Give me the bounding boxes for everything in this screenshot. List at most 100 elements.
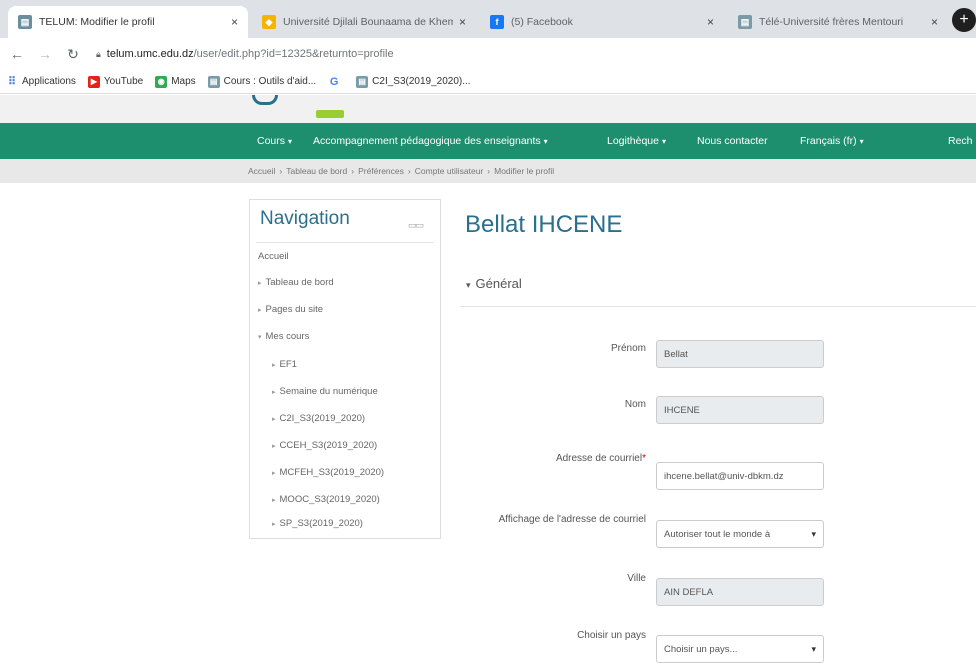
caret-down-icon: ▾	[661, 137, 666, 146]
nav-label: EF1	[279, 359, 297, 370]
nav-item-course[interactable]: ▸ Semaine du numérique	[272, 386, 378, 397]
breadcrumb-separator: ›	[487, 166, 491, 176]
nav-label: Pages du site	[265, 304, 324, 315]
bookmark-label: Applications	[22, 76, 76, 87]
close-tab-icon[interactable]: ×	[459, 15, 466, 29]
divider	[460, 306, 976, 307]
email-field[interactable]	[656, 462, 824, 490]
navigation-block: Navigation ▭▭ Accueil ▸ Tableau de bord ▸…	[249, 199, 441, 539]
email-display-select[interactable]: Autoriser tout le monde à ▾	[656, 520, 824, 548]
nav-label: Mes cours	[265, 331, 310, 342]
nav-label: CCEH_S3(2019_2020)	[279, 440, 378, 451]
bullet-icon: ▸	[272, 443, 276, 450]
address-bar[interactable]: 🔒︎ telum.umc.edu.dz/user/edit.php?id=123…	[96, 48, 394, 60]
course-site-icon: ▤	[356, 75, 369, 88]
bullet-icon: ▸	[272, 470, 276, 477]
menu-nous-contacter[interactable]: Nous contacter	[697, 123, 768, 159]
nav-label: MCFEH_S3(2019_2020)	[279, 467, 385, 478]
bookmark-maps[interactable]: ◉ Maps	[155, 75, 196, 88]
menu-search[interactable]: Rech	[948, 123, 973, 159]
tab-university[interactable]: ◆ Université Djilali Bounaama de Khemis …	[252, 6, 476, 38]
menu-label: Rech	[948, 135, 973, 147]
back-icon[interactable]: ←	[6, 46, 28, 62]
bookmark-youtube[interactable]: ▶ YouTube	[87, 75, 144, 88]
nav-item-course[interactable]: ▸ MOOC_S3(2019_2020)	[272, 494, 380, 505]
breadcrumb-item[interactable]: Tableau de bord	[286, 166, 347, 176]
bullet-icon: ▸	[272, 416, 276, 423]
bookmarks-bar: ⠿ Applications ▶ YouTube ◉ Maps ▤ Cours …	[0, 70, 976, 94]
tab-tele-universite[interactable]: ▤ Télé-Université frères Mentouri ×	[728, 6, 948, 38]
nom-label: Nom	[624, 399, 646, 410]
breadcrumb-item[interactable]: Modifier le profil	[494, 166, 554, 176]
nav-item-mes-cours[interactable]: ▾ Mes cours	[258, 331, 309, 342]
nav-item-course[interactable]: ▸ C2I_S3(2019_2020)	[272, 413, 365, 424]
select-value: Autoriser tout le monde à	[664, 528, 771, 540]
nav-label: Accueil	[258, 251, 289, 262]
breadcrumb-separator: ›	[407, 166, 411, 176]
nom-field[interactable]	[656, 396, 824, 424]
required-icon: *	[642, 453, 646, 464]
bookmark-c2i[interactable]: ▤ C2I_S3(2019_2020)...	[356, 75, 471, 88]
facebook-favicon-icon: f	[490, 15, 504, 29]
menu-logitheque[interactable]: Logithèque ▾	[607, 123, 666, 159]
university-favicon-icon: ◆	[262, 15, 276, 29]
bullet-icon: ▸	[272, 521, 276, 528]
dock-block-icon[interactable]: ▭▭	[408, 220, 424, 231]
caret-down-icon: ▾	[859, 137, 864, 146]
email-label: Adresse de courriel*	[556, 453, 646, 464]
breadcrumb-item[interactable]: Accueil	[248, 166, 275, 176]
bookmark-label: Cours : Outils d'aid...	[223, 76, 317, 87]
tab-title: (5) Facebook	[511, 16, 573, 28]
breadcrumb-bar: Accueil › Tableau de bord › Préférences › Comp…	[0, 159, 976, 183]
menu-label: Nous contacter	[697, 135, 768, 147]
bullet-icon: ▸	[272, 362, 276, 369]
bookmark-cours[interactable]: ▤ Cours : Outils d'aid...	[207, 75, 317, 88]
bookmark-label: YouTube	[103, 76, 144, 87]
email-label-text: Adresse de courriel	[555, 453, 643, 464]
maps-icon: ◉	[155, 75, 168, 88]
prenom-label: Prénom	[610, 343, 646, 354]
tab-title: Télé-Université frères Mentouri	[759, 16, 904, 28]
nav-item-course[interactable]: ▸ CCEH_S3(2019_2020)	[272, 440, 377, 451]
site-logo-tagline	[316, 110, 344, 118]
menu-language[interactable]: Français (fr) ▾	[800, 123, 864, 159]
close-tab-icon[interactable]: ×	[231, 15, 238, 29]
bookmark-applications[interactable]: ⠿ Applications	[6, 76, 76, 88]
menu-accompagnement[interactable]: Accompagnement pédagogique des enseignan…	[313, 123, 548, 159]
bookmark-google[interactable]: G	[328, 76, 344, 88]
close-tab-icon[interactable]: ×	[707, 15, 714, 29]
tab-telum[interactable]: ▤ TELUM: Modifier le profil ×	[8, 6, 248, 38]
telum-favicon-icon: ▤	[18, 15, 32, 29]
forward-icon[interactable]: →	[34, 46, 56, 62]
nav-item-tableau-de-bord[interactable]: ▸ Tableau de bord	[258, 277, 334, 288]
nav-item-course[interactable]: ▸ SP_S3(2019_2020)	[272, 518, 363, 529]
email-display-label: Affichage de l'adresse de courriel	[498, 514, 646, 525]
prenom-field[interactable]	[656, 340, 824, 368]
nav-item-course[interactable]: ▸ EF1	[272, 359, 297, 370]
reload-icon[interactable]: ↻	[62, 46, 84, 63]
nav-item-course[interactable]: ▸ MCFEH_S3(2019_2020)	[272, 467, 384, 478]
nav-item-pages-du-site[interactable]: ▸ Pages du site	[258, 304, 323, 315]
menu-label: Français (fr)	[800, 135, 857, 147]
section-general-toggle[interactable]: ▾ Général	[466, 276, 522, 291]
bookmark-label: C2I_S3(2019_2020)...	[372, 76, 471, 87]
breadcrumb-item[interactable]: Compte utilisateur	[415, 166, 484, 176]
pays-select[interactable]: Choisir un pays... ▾	[656, 635, 824, 663]
google-icon: G	[329, 75, 339, 88]
breadcrumb: Accueil › Tableau de bord › Préférences › Comp…	[248, 159, 554, 183]
menu-cours[interactable]: Cours ▾	[257, 123, 292, 159]
bullet-icon: ▸	[258, 280, 262, 287]
breadcrumb-item[interactable]: Préférences	[358, 166, 404, 176]
nav-item-accueil[interactable]: Accueil	[258, 251, 289, 262]
tab-facebook[interactable]: f (5) Facebook ×	[480, 6, 724, 38]
tele-universite-favicon-icon: ▤	[738, 15, 752, 29]
site-header	[0, 95, 976, 123]
bullet-icon: ▸	[272, 389, 276, 396]
new-tab-icon[interactable]: +	[952, 8, 976, 32]
close-tab-icon[interactable]: ×	[931, 15, 938, 29]
url-host: telum.umc.edu.dz	[106, 48, 194, 60]
ville-field[interactable]	[656, 578, 824, 606]
chevron-down-icon: ▾	[811, 528, 816, 539]
youtube-icon: ▶	[87, 75, 100, 88]
menu-label: Cours	[257, 135, 286, 147]
